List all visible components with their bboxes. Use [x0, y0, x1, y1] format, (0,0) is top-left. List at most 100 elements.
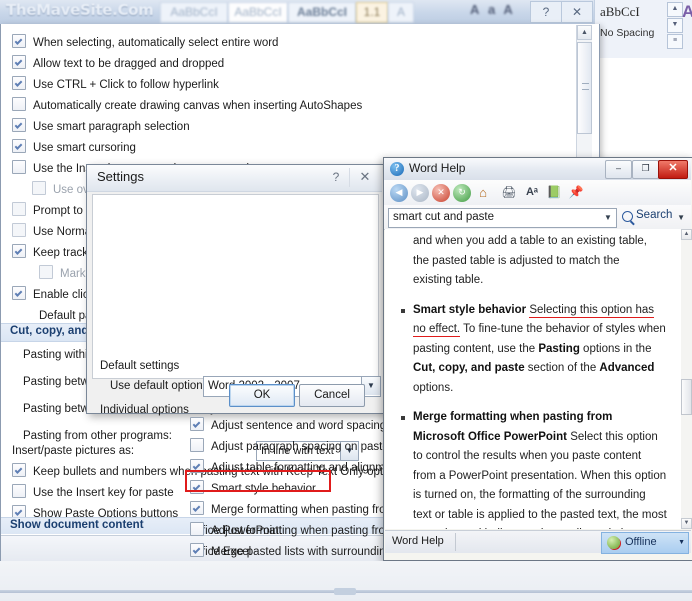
checkbox-merge-pasted-lists[interactable] [190, 543, 204, 557]
scroll-down-icon[interactable]: ▼ [681, 518, 692, 529]
help-term: Smart style behavior [413, 303, 527, 316]
settings-dialog-title: Settings [97, 169, 144, 184]
close-icon[interactable]: ✕ [658, 160, 688, 179]
ribbon-gallery-scroll[interactable]: ▲ ▼ ≡ [667, 2, 683, 49]
help-paragraph-intro: and when you add a table to an existing … [413, 232, 667, 291]
keep-on-top-icon[interactable]: 📌 [567, 184, 585, 202]
home-icon[interactable]: ⌂ [474, 184, 492, 202]
scrollbar-thumb[interactable] [577, 42, 592, 134]
word-help-statusbar: Word Help Offline ▼ [385, 530, 691, 554]
option-label: Use smart cursoring [33, 142, 136, 154]
option-label: Use smart paragraph selection [33, 121, 190, 133]
checkbox-smart-cursoring[interactable] [12, 139, 26, 153]
ribbon-close-button[interactable]: ✕ [561, 1, 593, 23]
search-options-chevron-icon[interactable]: ▼ [677, 213, 685, 222]
search-button[interactable]: Search [636, 209, 672, 221]
option-label: Automatically create drawing canvas when… [33, 100, 363, 112]
scroll-up-icon[interactable]: ▲ [577, 25, 592, 40]
ribbon-style-gallery-item-5[interactable]: A [388, 2, 414, 23]
help-bullet-smart-style-behavior: Smart style behavior Selecting this opti… [401, 301, 667, 399]
refresh-icon[interactable]: ↻ [453, 184, 471, 202]
status-label: Word Help [392, 535, 444, 547]
option-label: Use CTRL + Click to follow hyperlink [33, 79, 219, 91]
settings-dialog-titlebar: Settings ? ✕ [87, 165, 382, 192]
back-icon[interactable]: ◀ [390, 184, 408, 202]
help-vertical-scrollbar[interactable]: ▲ ▼ [681, 229, 692, 529]
insert-paste-pictures-label: Insert/paste pictures as: [12, 445, 135, 457]
gallery-scroll-down-icon[interactable]: ▼ [667, 18, 683, 33]
checkbox-insert-key-for-paste[interactable] [12, 484, 26, 498]
toc-icon[interactable]: 📗 [545, 184, 563, 202]
ribbon-style-no-spacing[interactable]: No Spacing [600, 27, 654, 39]
help-line: existing table. [413, 274, 484, 286]
option-row[interactable]: When selecting, automatically select ent… [12, 33, 572, 54]
checkbox-select-entire-word[interactable] [12, 34, 26, 48]
maximize-icon[interactable]: ❐ [632, 160, 659, 179]
checkbox-insert-key-overtype[interactable] [12, 160, 26, 174]
search-input[interactable]: smart cut and paste [388, 208, 606, 228]
search-history-chevron-icon[interactable]: ▼ [600, 208, 617, 228]
option-label: When selecting, automatically select ent… [33, 37, 279, 49]
stop-icon[interactable]: ✕ [432, 184, 450, 202]
forward-icon[interactable]: ▶ [411, 184, 429, 202]
group-label-default-settings: Default settings [100, 360, 180, 372]
connection-status-icon [607, 536, 620, 549]
checkbox-ctrl-click-hyperlink[interactable] [12, 76, 26, 90]
ribbon-help-button[interactable]: ? [530, 1, 562, 23]
scroll-up-icon[interactable]: ▲ [681, 229, 692, 240]
smart-style-behavior-highlight [185, 470, 331, 492]
settings-cancel-button[interactable]: Cancel [299, 384, 365, 407]
checkbox-keep-bullets-numbers[interactable] [12, 463, 26, 477]
ribbon-style-gallery-item-1[interactable]: AaBbCcI [160, 2, 228, 23]
chevron-down-icon[interactable]: ▼ [678, 539, 685, 546]
letter-a-lower: a [488, 2, 496, 17]
help-line: and when you add a table to an existing … [413, 235, 648, 247]
checkbox-smart-paragraph-selection[interactable] [12, 118, 26, 132]
minimize-icon[interactable]: – [605, 160, 632, 179]
option-row[interactable]: Automatically create drawing canvas when… [12, 96, 572, 117]
checkbox-merge-formatting-powerpoint[interactable] [190, 501, 204, 515]
settings-close-icon[interactable]: ✕ [352, 168, 378, 187]
checkbox-adjust-sentence-word-spacing[interactable] [190, 417, 204, 431]
ribbon-style-preview[interactable]: aBbCcI [600, 4, 640, 20]
option-row[interactable]: Use CTRL + Click to follow hyperlink [12, 75, 572, 96]
ribbon-style-gallery-item-4[interactable]: 1.1 [356, 2, 388, 23]
font-size-icon[interactable]: Aᵃ [523, 184, 541, 202]
option-row[interactable]: Allow text to be dragged and dropped [12, 54, 572, 75]
word-help-title: Word Help [409, 161, 466, 175]
settings-help-icon[interactable]: ? [323, 168, 350, 187]
checkbox-drawing-canvas[interactable] [12, 97, 26, 111]
ribbon-style-gallery-item-3[interactable]: AaBbCcI [288, 2, 356, 23]
checkbox-normal-style-lists[interactable] [12, 223, 26, 237]
checkbox-adjust-paragraph-spacing[interactable] [190, 438, 204, 452]
checkbox-prompt-update-style[interactable] [12, 202, 26, 216]
print-icon[interactable]: 🖨 [500, 184, 518, 202]
word-help-window: ? Word Help – ❐ ✕ ◀ ▶ ✕ ↻ ⌂ 🖨 Aᵃ 📗 📌 sma… [383, 157, 692, 561]
checkbox-keep-track-formatting[interactable] [12, 244, 26, 258]
word-help-search-bar: smart cut and paste ▼ Search ▼ [384, 205, 691, 230]
word-help-content: and when you add a table to an existing … [385, 229, 681, 529]
ribbon-style-gallery-item-2[interactable]: AaBbCcI [228, 2, 288, 23]
help-bullet-merge-formatting: Merge formatting when pasting from Micro… [401, 408, 667, 529]
bold-cut-copy-paste: Cut, copy, and paste [413, 362, 525, 374]
checkbox-mark-formatting-inconsistencies [39, 265, 53, 279]
connection-status-label: Offline [625, 536, 657, 548]
connection-status-button[interactable]: Offline ▼ [601, 532, 689, 554]
status-separator [455, 533, 456, 551]
scrollbar-thumb[interactable] [681, 379, 692, 415]
option-row[interactable]: Use smart cursoring [12, 138, 572, 159]
option-row[interactable]: Use smart paragraph selection [12, 117, 572, 138]
bold-pasting: Pasting [538, 342, 580, 355]
checkbox-enable-click-and-type[interactable] [12, 286, 26, 300]
desktop-bottom-strip [0, 561, 692, 601]
window-bottom-handle [334, 588, 356, 595]
checkbox-adjust-formatting-excel[interactable] [190, 522, 204, 536]
gallery-scroll-up-icon[interactable]: ▲ [667, 2, 683, 17]
checkbox-drag-drop[interactable] [12, 55, 26, 69]
help-line: the pasted table is adjusted to match th… [413, 254, 620, 267]
section-title: Show document content [10, 519, 144, 531]
gallery-more-icon[interactable]: ≡ [667, 34, 683, 49]
paste-option-label: Pasting from other programs: [23, 430, 172, 442]
search-icon [622, 211, 633, 222]
settings-ok-button[interactable]: OK [229, 384, 295, 407]
